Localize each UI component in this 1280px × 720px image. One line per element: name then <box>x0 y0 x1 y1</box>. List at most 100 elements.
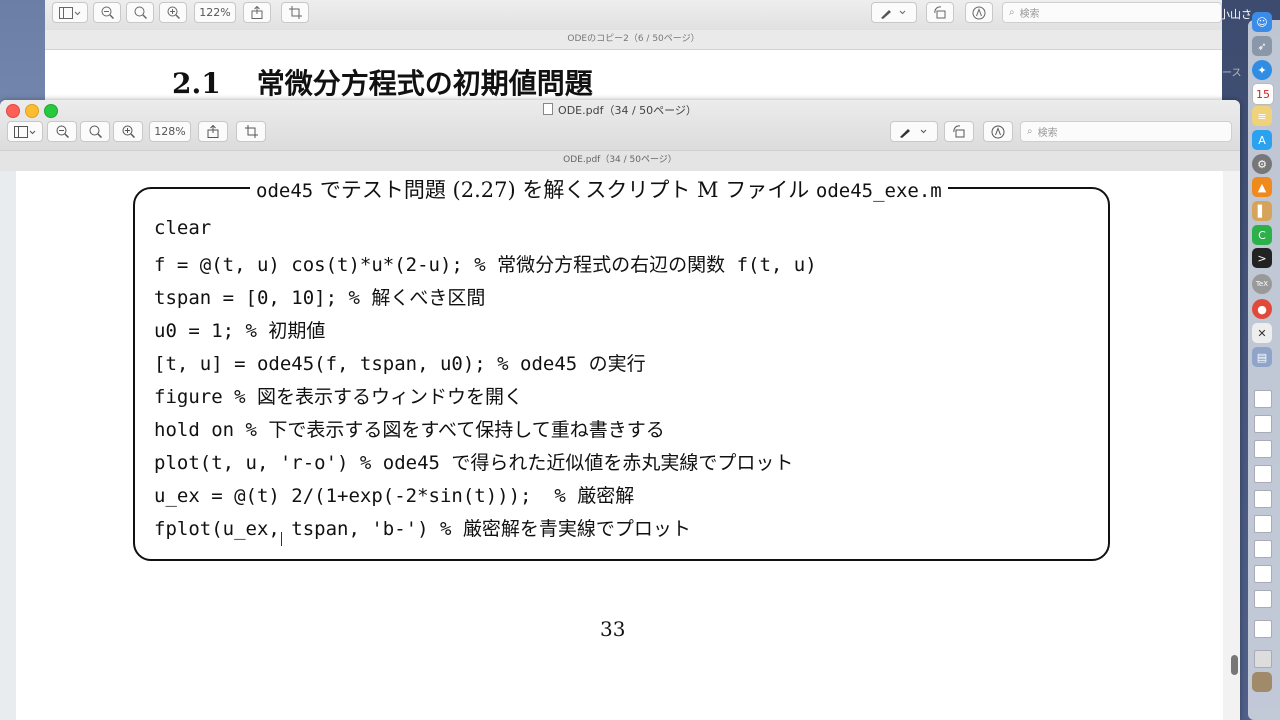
zoom-fit-button[interactable] <box>80 121 110 142</box>
terminal-icon[interactable]: > <box>1252 248 1272 268</box>
document-icon[interactable] <box>1254 440 1272 458</box>
share-button[interactable] <box>243 2 271 23</box>
zoom-out-button[interactable] <box>93 2 121 23</box>
page-margin <box>0 171 16 720</box>
crop-icon <box>244 125 258 138</box>
crop-button[interactable] <box>281 2 309 23</box>
markup-pen-button[interactable] <box>890 121 938 142</box>
zoom-in-button[interactable] <box>113 121 143 142</box>
finder-icon[interactable]: ☺ <box>1252 12 1272 32</box>
sidebar-toggle-button[interactable] <box>7 121 43 142</box>
zoom-fit-button[interactable] <box>126 2 154 23</box>
zoom-fit-icon <box>134 6 147 19</box>
sidebar-icon <box>59 6 81 19</box>
background-window-fragment: ース <box>1222 68 1242 79</box>
evernote-icon[interactable]: ▌ <box>1252 201 1272 221</box>
chrome-icon[interactable]: ● <box>1252 299 1272 319</box>
section-number: 2.1 <box>172 67 221 100</box>
calendar-icon[interactable]: 15 <box>1252 83 1274 105</box>
document-icon[interactable] <box>1254 620 1272 638</box>
document-icon[interactable] <box>1254 540 1272 558</box>
rotate-icon <box>953 125 965 138</box>
zoom-level[interactable]: 128% <box>149 121 191 142</box>
annotate-button[interactable] <box>965 2 993 23</box>
background-window-subtitle: ODEのコピー2（6 / 50ページ） <box>45 30 1222 50</box>
trash-icon[interactable] <box>1252 672 1272 692</box>
code-line: fplot(u_ex, tspan, 'b-') % 厳密解を青実線でプロット <box>154 518 691 540</box>
search-placeholder: 検索 <box>1019 9 1040 20</box>
zoom-in-icon <box>167 6 180 19</box>
caption-filename: ode45_exe.m <box>815 180 942 202</box>
zoom-out-icon <box>56 125 69 138</box>
code-line: figure % 図を表示するウィンドウを開く <box>154 386 523 408</box>
rocket-icon[interactable]: ➶ <box>1252 36 1272 56</box>
markup-pen-button[interactable] <box>871 2 917 23</box>
section-title: 常微分方程式の初期値問題 <box>256 67 593 100</box>
code-line: hold on % 下で表示する図をすべて保持して重ね書きする <box>154 419 665 441</box>
pen-icon <box>900 128 927 138</box>
document-icon[interactable] <box>1254 490 1272 508</box>
dock: ☺ ➶ ✦ 15 ≡ A ⚙ ▲ ▌ C > TeX ● ✕ ▤ <box>1248 12 1280 720</box>
tex-icon[interactable]: TeX <box>1252 274 1272 294</box>
code-line: f = @(t, u) cos(t)*u*(2-u); % 常微分方程式の右辺の… <box>154 254 817 276</box>
zoom-out-button[interactable] <box>47 121 77 142</box>
background-toolbar: 122% ⌕ 検索 <box>45 0 1222 30</box>
background-preview-window[interactable]: 122% ⌕ 検索 ODEのコピー2（6 / 50ページ） 2.1 常微分方程式の初… <box>45 0 1222 103</box>
notes-icon[interactable]: ≡ <box>1252 106 1272 126</box>
document-icon[interactable] <box>1254 515 1272 533</box>
window-subtitle: ODE.pdf（34 / 50ページ） <box>0 150 1240 172</box>
annotate-button[interactable] <box>983 121 1013 142</box>
vlc-icon[interactable]: ▲ <box>1252 177 1272 197</box>
code-line: u0 = 1; % 初期値 <box>154 320 326 342</box>
app-store-icon[interactable]: A <box>1252 130 1272 150</box>
pdf-file-icon <box>543 103 554 115</box>
code-line: tspan = [0, 10]; % 解くべき区間 <box>154 287 486 309</box>
search-icon: ⌕ <box>1009 7 1015 18</box>
preview-icon[interactable]: ▤ <box>1252 347 1272 367</box>
code-listing-caption: ode45 でテスト問題 (2.27) を解くスクリプト M ファイル ode4… <box>250 174 948 204</box>
document-icon[interactable] <box>1254 390 1272 408</box>
search-field[interactable]: ⌕ 検索 <box>1002 2 1222 23</box>
document-icon[interactable] <box>1254 650 1272 668</box>
code-line: u_ex = @(t) 2/(1+exp(-2*sin(t))); % 厳密解 <box>154 485 635 507</box>
document-icon[interactable] <box>1254 565 1272 583</box>
markup-circle-icon <box>972 6 986 19</box>
share-icon <box>207 125 219 138</box>
evernote-green-icon[interactable]: C <box>1252 225 1272 245</box>
document-icon[interactable] <box>1254 415 1272 433</box>
rotate-button[interactable] <box>944 121 974 142</box>
crop-button[interactable] <box>236 121 266 142</box>
caption-text: でテスト問題 (2.27) を解くスクリプト M ファイル <box>313 178 816 202</box>
markup-circle-icon <box>991 125 1005 138</box>
zoom-level[interactable]: 122% <box>194 2 236 23</box>
zoom-fit-icon <box>89 125 102 138</box>
sidebar-toggle-button[interactable] <box>52 2 88 23</box>
scrollbar-thumb[interactable] <box>1231 655 1238 675</box>
document-icon[interactable] <box>1254 465 1272 483</box>
text-cursor-icon <box>281 532 287 546</box>
zoom-in-button[interactable] <box>159 2 187 23</box>
code-line: [t, u] = ode45(f, tspan, u0); % ode45 の実… <box>154 353 646 375</box>
caption-command: ode45 <box>256 180 314 202</box>
pen-icon <box>881 9 906 19</box>
page-number: 33 <box>600 617 626 641</box>
share-button[interactable] <box>198 121 228 142</box>
safari-icon[interactable]: ✦ <box>1252 60 1272 80</box>
document-icon[interactable] <box>1254 590 1272 608</box>
crop-icon <box>288 6 302 19</box>
share-icon <box>251 6 263 19</box>
calendar-day: 15 <box>1256 87 1270 101</box>
code-line: plot(t, u, 'r-o') % ode45 で得られた近似値を赤丸実線で… <box>154 452 794 474</box>
xcode-icon[interactable]: ✕ <box>1252 323 1272 343</box>
settings-icon[interactable]: ⚙ <box>1252 154 1272 174</box>
rotate-icon <box>934 6 946 19</box>
section-heading: 2.1 常微分方程式の初期値問題 <box>172 62 593 102</box>
rotate-button[interactable] <box>926 2 954 23</box>
search-field[interactable]: ⌕ 検索 <box>1020 121 1232 142</box>
window-title-text: ODE.pdf（34 / 50ページ） <box>558 104 697 117</box>
window-title: ODE.pdf（34 / 50ページ） <box>0 102 1240 118</box>
title-bar[interactable]: ODE.pdf（34 / 50ページ） 128% ⌕ 検索 <box>0 100 1240 150</box>
zoom-in-icon <box>122 125 135 138</box>
scrollbar-track[interactable] <box>1223 171 1240 720</box>
menubar-user-name[interactable]: 小山さ <box>1219 6 1252 22</box>
